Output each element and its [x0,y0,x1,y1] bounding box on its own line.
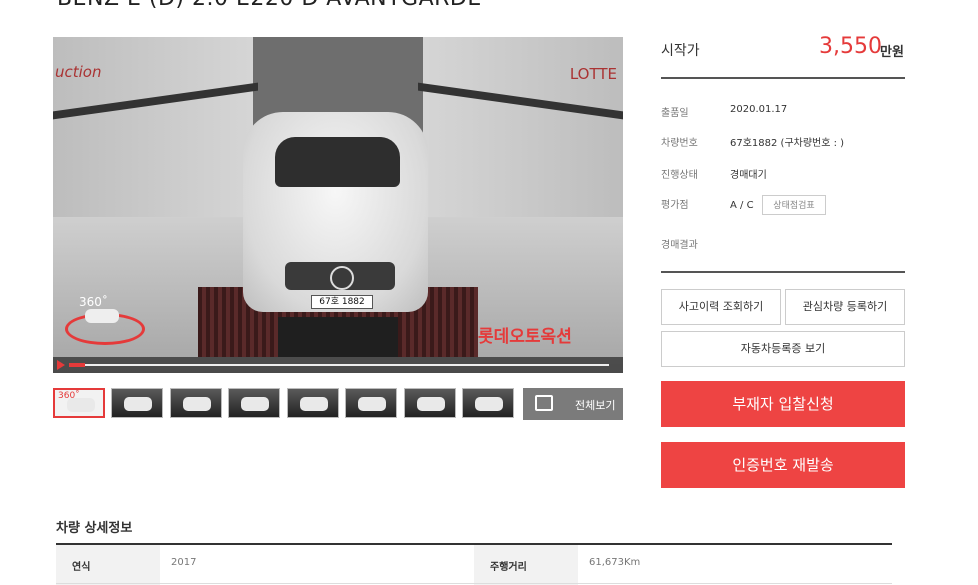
vehicle-title: BENZ E (D) 2.0 E220 D AVANTGARDE [57,0,482,11]
thumb-car [183,397,211,411]
fullscreen-icon [535,395,553,411]
thumb-car [241,397,269,411]
detail-value: 경매대기 [730,170,767,181]
thumb-car [475,397,503,411]
thumbnail[interactable] [345,388,397,418]
detail-label: 진행상태 [661,170,698,181]
wall-right-text: LOTTE [569,65,617,83]
thumb-car [417,397,445,411]
detail-value: A / C [730,200,754,211]
table-value-cell: 2017 [171,557,197,568]
thumbnail[interactable] [462,388,514,418]
thumbnail[interactable] [170,388,222,418]
registration-view-button[interactable]: 자동차등록증 보기 [661,331,905,367]
detail-value: 67호1882 (구차량번호 : ) [730,138,845,149]
thumbnail[interactable] [228,388,280,418]
progress-track[interactable] [69,364,609,366]
detail-label: 차량번호 [661,138,698,149]
thumb-car [358,397,386,411]
thumbnail[interactable] [287,388,339,418]
resend-code-button[interactable]: 인증번호 재발송 [661,442,905,488]
detail-label: 출품일 [661,108,689,119]
table-header-cell: 연식 [56,545,160,585]
brand-watermark: 롯데오토옥션 [478,327,572,347]
car-emblem [330,266,354,290]
detail-label: 평가점 [661,200,689,211]
thumbnail[interactable] [404,388,456,418]
accident-history-button[interactable]: 사고이력 조회하기 [661,289,781,325]
thumbnail-360[interactable]: 360˚ [53,388,105,418]
mini-car-icon [85,309,119,323]
table-header-cell: 주행거리 [474,545,578,585]
viewer-progress-bar[interactable] [53,357,623,373]
full-view-button[interactable]: 전체보기 [523,388,623,420]
thumbnail-360-label: 360˚ [58,391,80,401]
floor-pit [278,317,398,357]
price-value: 3,550 [819,34,882,59]
table-header-label: 주행거리 [490,562,527,573]
play-icon[interactable] [57,360,65,370]
thumbnail[interactable] [111,388,163,418]
wall-left-text: uction [55,63,102,81]
add-interest-button[interactable]: 관심차량 등록하기 [785,289,905,325]
detail-section-title: 차량 상세정보 [56,521,133,536]
table-value-cell: 61,673Km [589,557,641,568]
detail-label: 경매결과 [661,240,698,251]
car-windshield [275,137,400,187]
progress-fill [69,363,86,367]
rotate-360-label: 360˚ [79,295,108,309]
license-plate: 67호 1882 [311,295,373,309]
thumb-car [300,397,328,411]
condition-check-button[interactable]: 상태점검표 [762,195,826,215]
divider [661,77,905,79]
price-label: 시작가 [661,43,700,59]
price-unit: 만원 [880,45,904,60]
table-header-label: 연식 [72,562,91,573]
rotate-360-icon[interactable]: 360˚ [63,295,145,345]
divider [661,271,905,273]
thumb-car [124,397,152,411]
full-view-label: 전체보기 [575,399,616,412]
detail-value: 2020.01.17 [730,104,788,115]
vehicle-360-viewer[interactable]: 67호 1882 uction LOTTE 롯데오토옥션 360˚ [53,37,623,373]
absentee-bid-button[interactable]: 부재자 입찰신청 [661,381,905,427]
